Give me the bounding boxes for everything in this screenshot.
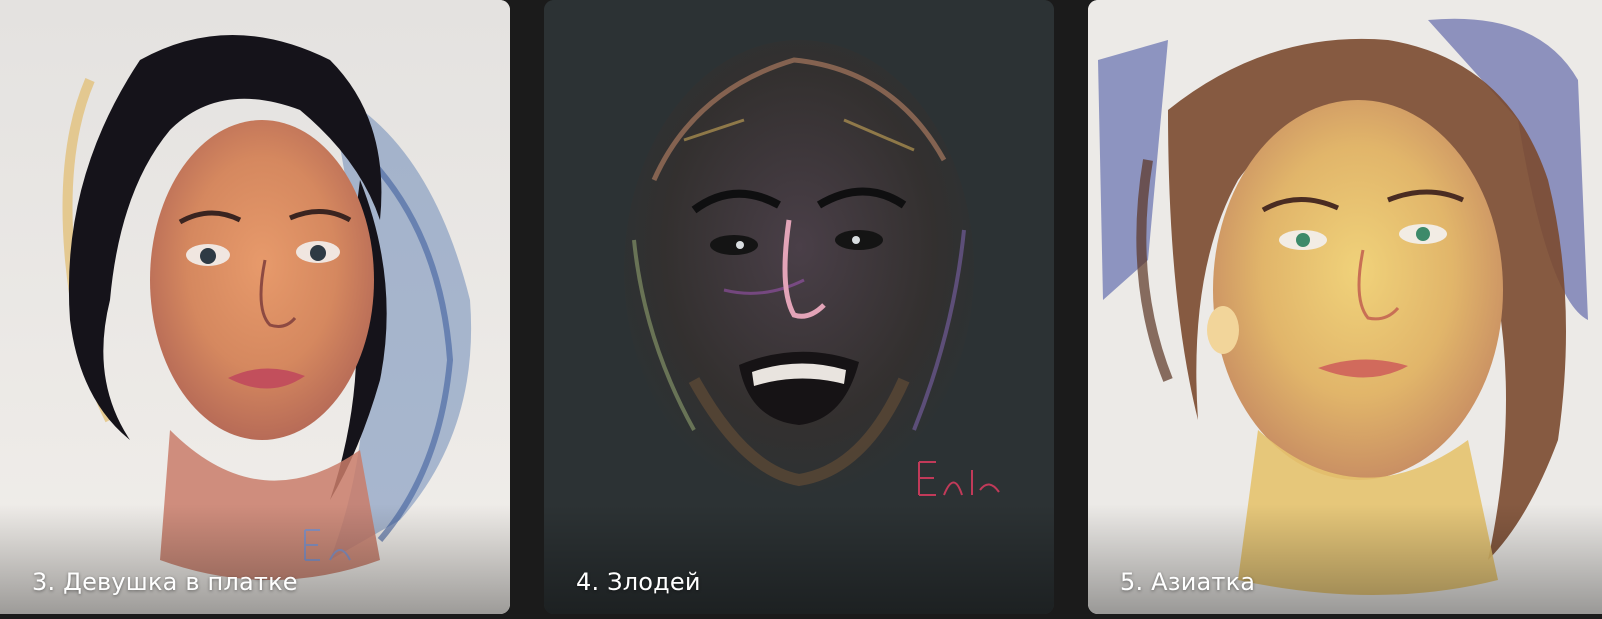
gallery-caption: 4. Злодей: [576, 568, 701, 596]
gallery-card-villain[interactable]: 4. Злодей: [544, 0, 1054, 614]
caption-shade: [0, 504, 510, 614]
gallery-caption: 3. Девушка в платке: [32, 568, 298, 596]
gallery-card-girl-headscarf[interactable]: 3. Девушка в платке: [0, 0, 510, 614]
caption-shade: [544, 504, 1054, 614]
portrait-gallery: 3. Девушка в платке 4. Злодей 5. Азиатка: [0, 0, 1602, 619]
gallery-caption: 5. Азиатка: [1120, 568, 1256, 596]
gallery-card-asian-woman[interactable]: 5. Азиатка: [1088, 0, 1602, 614]
caption-shade: [1088, 504, 1602, 614]
